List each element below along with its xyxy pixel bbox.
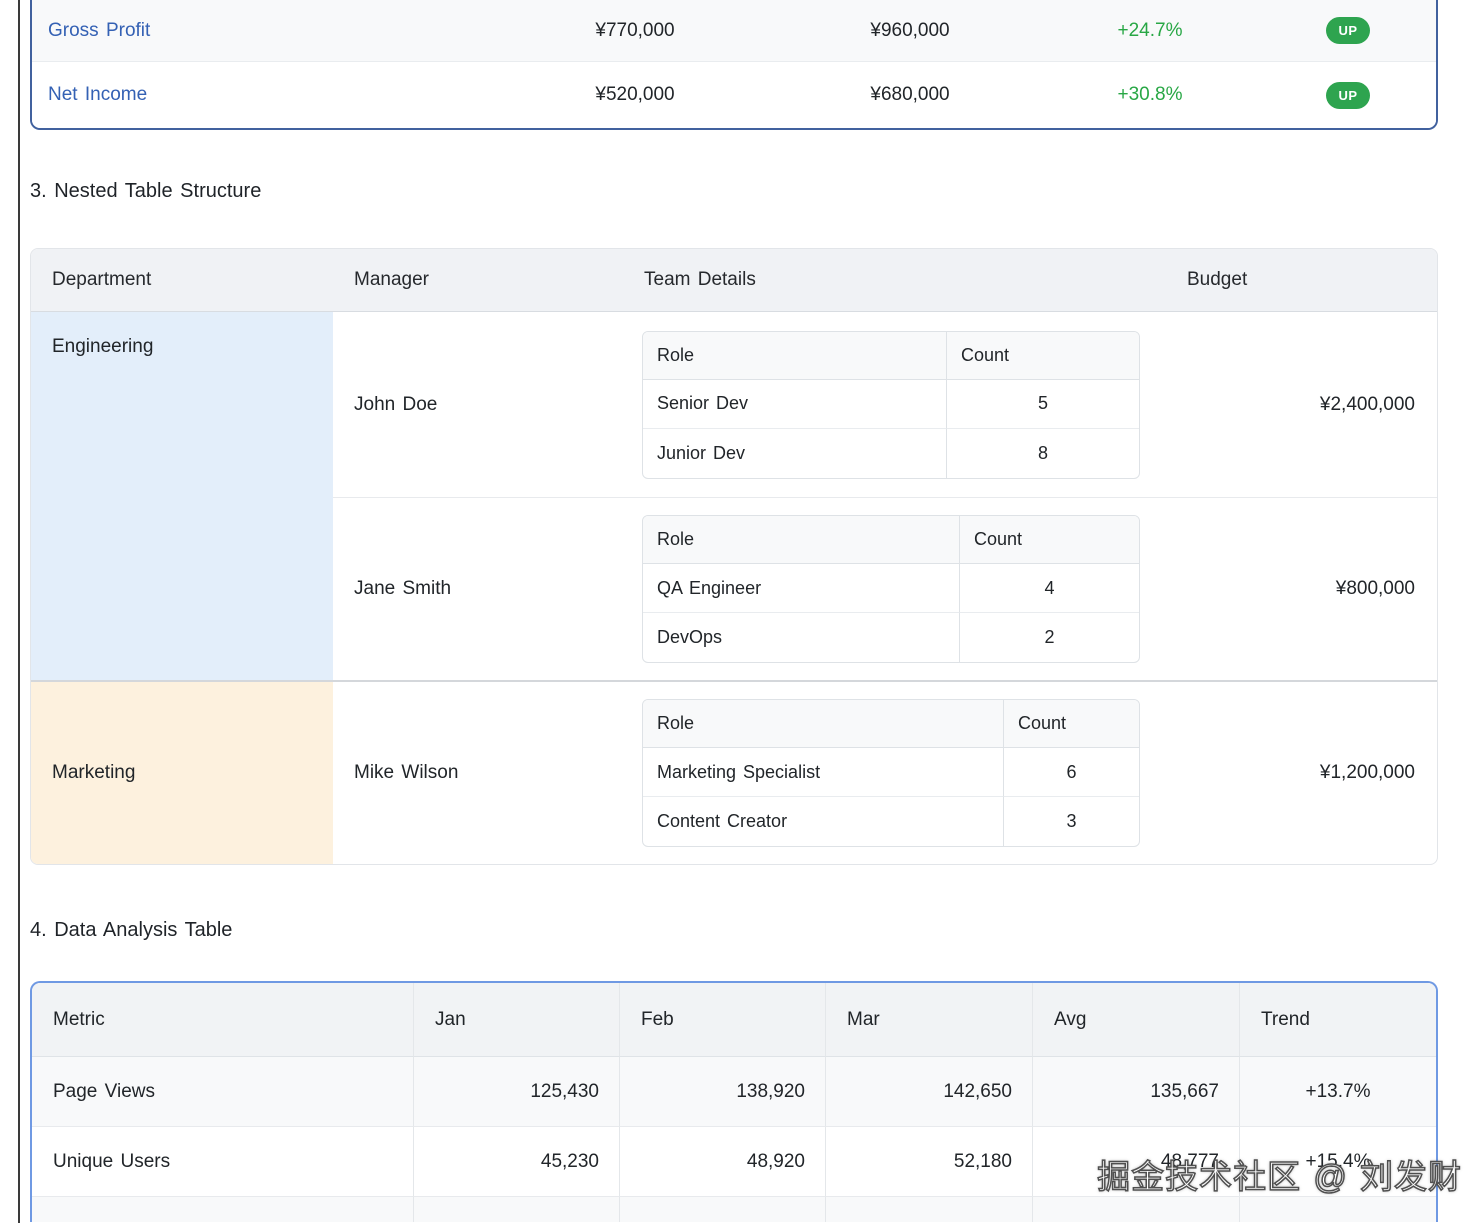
inner-header-count: Count (946, 332, 1139, 380)
status-badge: UP (1326, 82, 1369, 109)
column-header-jan: Jan (413, 983, 619, 1057)
value-cell: 142,650 (825, 1057, 1032, 1127)
role-cell: DevOps (643, 613, 959, 662)
count-cell: 8 (946, 429, 1139, 478)
department-cell-engineering: Engineering (31, 312, 333, 682)
role-count-table: Role Count QA Engineer 4 DevOps 2 (642, 515, 1140, 663)
team-details-cell: Role Count Senior Dev 5 Junior Dev 8 (623, 312, 1163, 498)
value-cell: ¥770,000 (490, 0, 780, 61)
role-count-table: Role Count Senior Dev 5 Junior Dev 8 (642, 331, 1140, 479)
page-content: Gross Profit ¥770,000 ¥960,000 +24.7% UP… (30, 0, 1438, 1222)
column-header-feb: Feb (619, 983, 825, 1057)
column-header-manager: Manager (333, 249, 623, 312)
inner-header-role: Role (643, 516, 959, 564)
nested-structure-table: Department Manager Team Details Budget E… (30, 248, 1438, 865)
value-cell: 45,230 (413, 1127, 619, 1197)
section-heading-nested-table: 3. Nested Table Structure (30, 176, 1438, 206)
inner-header-count: Count (959, 516, 1139, 564)
budget-cell: ¥1,200,000 (1163, 682, 1437, 864)
department-cell-marketing: Marketing (31, 682, 333, 864)
value-cell: 138,920 (619, 1057, 825, 1127)
manager-cell: Mike Wilson (333, 682, 623, 864)
inner-header-role: Role (643, 700, 1003, 748)
page-left-border (18, 0, 20, 1223)
role-count-table: Role Count Marketing Specialist 6 Conten… (642, 699, 1140, 847)
inner-header-role: Role (643, 332, 946, 380)
watermark-text: 掘金技术社区 @ 刘发财 (1097, 1150, 1462, 1198)
partial-row-cell (1032, 1197, 1239, 1222)
partial-row-cell (825, 1197, 1032, 1222)
column-header-budget: Budget (1163, 249, 1437, 312)
partial-row-cell (413, 1197, 619, 1222)
role-cell: Senior Dev (643, 380, 946, 429)
change-percent: +24.7% (1040, 0, 1260, 61)
value-cell: ¥520,000 (490, 62, 780, 128)
metric-cell: Unique Users (32, 1127, 413, 1197)
role-cell: Marketing Specialist (643, 748, 1003, 797)
partial-row-cell (32, 1197, 413, 1222)
financial-summary-table: Gross Profit ¥770,000 ¥960,000 +24.7% UP… (30, 0, 1438, 130)
partial-row-cell (619, 1197, 825, 1222)
value-cell: 125,430 (413, 1057, 619, 1127)
table-row: Net Income ¥520,000 ¥680,000 +30.8% UP (32, 62, 1436, 128)
change-percent: +30.8% (1040, 62, 1260, 128)
role-cell: Junior Dev (643, 429, 946, 478)
count-cell: 6 (1003, 748, 1139, 797)
team-details-cell: Role Count QA Engineer 4 DevOps 2 (623, 498, 1163, 682)
count-cell: 3 (1003, 797, 1139, 846)
metric-label: Gross Profit (32, 0, 490, 61)
budget-cell: ¥2,400,000 (1163, 312, 1437, 498)
count-cell: 4 (959, 564, 1139, 613)
value-cell: ¥680,000 (780, 62, 1040, 128)
role-cell: Content Creator (643, 797, 1003, 846)
value-cell: 52,180 (825, 1127, 1032, 1197)
value-cell: 135,667 (1032, 1057, 1239, 1127)
column-header-department: Department (31, 249, 333, 312)
status-cell: UP (1260, 62, 1436, 128)
manager-cell: Jane Smith (333, 498, 623, 682)
role-cell: QA Engineer (643, 564, 959, 613)
status-badge: UP (1326, 17, 1369, 44)
metric-cell: Page Views (32, 1057, 413, 1127)
column-header-mar: Mar (825, 983, 1032, 1057)
column-header-metric: Metric (32, 983, 413, 1057)
status-cell: UP (1260, 0, 1436, 61)
manager-cell: John Doe (333, 312, 623, 498)
count-cell: 5 (946, 380, 1139, 429)
value-cell: 48,920 (619, 1127, 825, 1197)
column-header-team-details: Team Details (623, 249, 1163, 312)
partial-row-cell (1239, 1197, 1436, 1222)
table-row: Gross Profit ¥770,000 ¥960,000 +24.7% UP (32, 0, 1436, 62)
budget-cell: ¥800,000 (1163, 498, 1437, 682)
count-cell: 2 (959, 613, 1139, 662)
value-cell: ¥960,000 (780, 0, 1040, 61)
metric-label: Net Income (32, 62, 490, 128)
inner-header-count: Count (1003, 700, 1139, 748)
trend-cell: +13.7% (1239, 1057, 1436, 1127)
team-details-cell: Role Count Marketing Specialist 6 Conten… (623, 682, 1163, 864)
section-heading-data-analysis: 4. Data Analysis Table (30, 915, 1438, 945)
column-header-trend: Trend (1239, 983, 1436, 1057)
column-header-avg: Avg (1032, 983, 1239, 1057)
